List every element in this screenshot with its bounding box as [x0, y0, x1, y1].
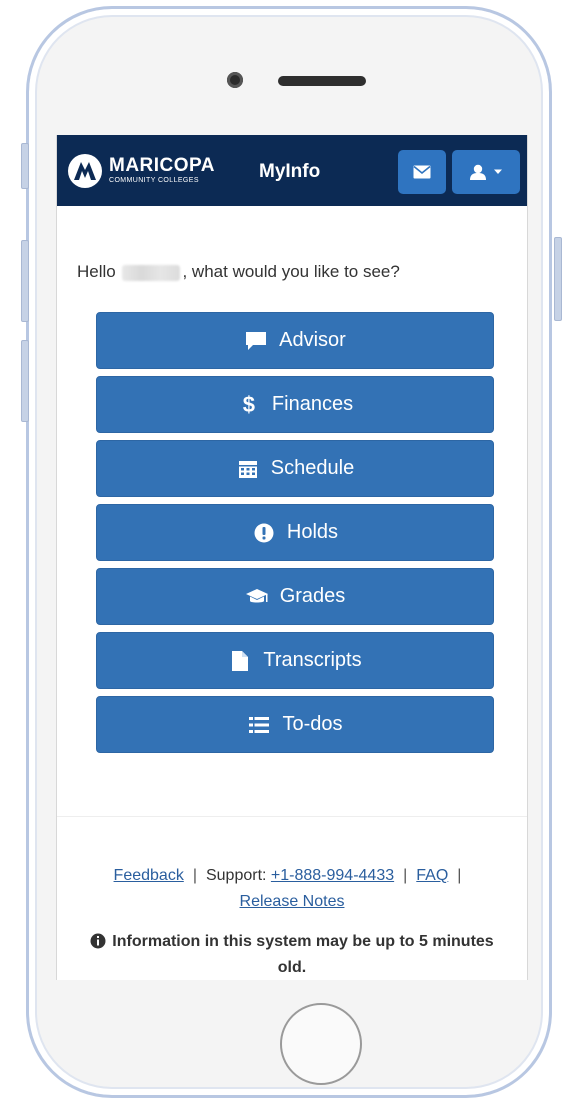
speaker: [278, 76, 366, 86]
brand-subtitle: COMMUNITY COLLEGES: [109, 177, 199, 184]
support-phone-link[interactable]: +1-888-994-4433: [271, 867, 394, 884]
schedule-button[interactable]: Schedule: [96, 440, 494, 497]
grades-label: Grades: [279, 585, 346, 607]
home-button[interactable]: [280, 1003, 362, 1085]
volume-down-button: [21, 340, 29, 422]
brand: MARICOPA COMMUNITY COLLEGES: [109, 156, 215, 186]
app-screen: MARICOPA COMMUNITY COLLEGES MyInfo Hello…: [56, 135, 528, 980]
caret-down-icon: [494, 169, 502, 174]
exclamation-circle-icon: [252, 521, 276, 545]
user-menu-button[interactable]: [452, 150, 520, 194]
app-title: MyInfo: [259, 161, 321, 182]
dollar-icon: $: [242, 391, 256, 417]
footer-divider: [57, 816, 527, 817]
support-label: Support:: [205, 867, 267, 884]
grades-button[interactable]: Grades: [96, 568, 494, 625]
mute-switch: [21, 143, 29, 189]
info-notice: Information in this system may be up to …: [87, 929, 497, 980]
info-text: Information in this system may be up to …: [112, 933, 494, 976]
power-button: [554, 237, 562, 321]
messages-button[interactable]: [398, 150, 446, 194]
transcripts-label: Transcripts: [263, 649, 362, 671]
redacted-name: [122, 264, 181, 281]
feedback-link[interactable]: Feedback: [114, 867, 184, 884]
volume-up-button: [21, 240, 29, 322]
separator: |: [457, 867, 462, 884]
faq-link[interactable]: FAQ: [416, 867, 448, 884]
main-menu: Advisor $ Finances Schedule Holds Grades…: [96, 312, 494, 760]
footer-links: Feedback | Support: +1-888-994-4433 | FAQ | R…: [57, 863, 527, 915]
finances-button[interactable]: $ Finances: [96, 376, 494, 433]
maricopa-logo-icon: [68, 154, 102, 188]
greeting-prefix: Hello: [77, 262, 116, 281]
release-notes-link[interactable]: Release Notes: [240, 893, 345, 910]
info-circle-icon: [90, 933, 106, 949]
calendar-icon: [236, 457, 260, 481]
holds-label: Holds: [286, 521, 339, 543]
separator: |: [192, 867, 197, 884]
graduation-cap-icon: [245, 585, 269, 609]
holds-button[interactable]: Holds: [96, 504, 494, 561]
camera: [227, 72, 243, 88]
finances-label: Finances: [271, 393, 354, 415]
greeting-suffix: , what would you like to see?: [182, 262, 400, 281]
advisor-button[interactable]: Advisor: [96, 312, 494, 369]
comment-icon: [244, 329, 268, 353]
envelope-icon: [413, 165, 431, 179]
header-bar: MARICOPA COMMUNITY COLLEGES MyInfo: [57, 135, 527, 206]
file-icon: [228, 649, 252, 673]
todos-label: To-dos: [282, 713, 343, 735]
schedule-label: Schedule: [270, 457, 355, 479]
transcripts-button[interactable]: Transcripts: [96, 632, 494, 689]
user-icon: [470, 164, 486, 180]
list-icon: [247, 713, 271, 737]
greeting: Hello , what would you like to see?: [77, 262, 400, 282]
advisor-label: Advisor: [279, 329, 346, 351]
todos-button[interactable]: To-dos: [96, 696, 494, 753]
separator: |: [403, 867, 408, 884]
brand-name: MARICOPA: [109, 155, 216, 176]
